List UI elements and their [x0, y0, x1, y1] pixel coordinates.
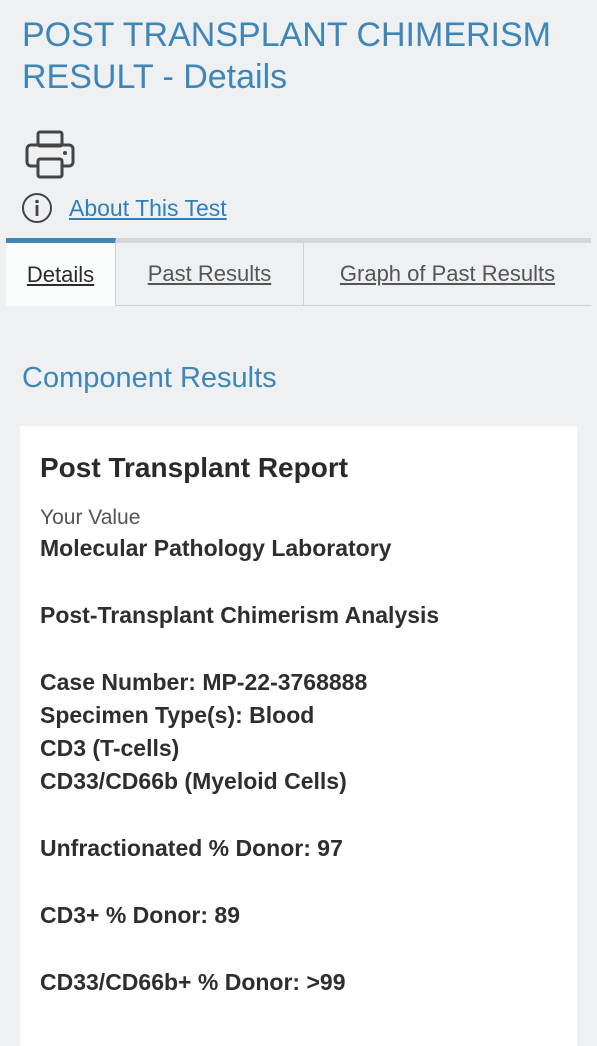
tab-details[interactable]: Details: [6, 238, 116, 306]
your-value-label: Your Value: [40, 506, 141, 529]
tab-graph-of-past-results[interactable]: Graph of Past Results: [304, 243, 591, 306]
about-this-test-link[interactable]: About This Test: [69, 195, 227, 222]
report-line: [40, 932, 560, 966]
section-heading: Component Results: [22, 362, 277, 394]
report-line: CD33/CD66b+ % Donor: >99: [40, 969, 346, 995]
report-line: CD3 (T-cells): [40, 735, 180, 761]
report-line: Post-Transplant Chimerism Analysis: [40, 602, 440, 628]
report-line: Unfractionated % Donor: 97: [40, 835, 343, 861]
print-icon[interactable]: [24, 130, 76, 180]
page-title: POST TRANSPLANT CHIMERISM RESULT - Detai…: [22, 16, 551, 96]
info-icon: [22, 193, 52, 223]
report-card: Post Transplant Report Your Value Molecu…: [20, 426, 577, 1046]
report-title: Post Transplant Report: [40, 452, 349, 483]
report-line: Molecular Pathology Laboratory: [40, 535, 392, 561]
report-line: CD3+ % Donor: 89: [40, 902, 241, 928]
result-lines: Molecular Pathology Laboratory Post-Tran…: [40, 532, 560, 999]
tab-bar: Details Past Results Graph of Past Resul…: [6, 238, 591, 306]
report-line: CD33/CD66b (Myeloid Cells): [40, 768, 347, 794]
report-line: Specimen Type(s): Blood: [40, 702, 315, 728]
report-line: Case Number: MP-22-3768888: [40, 669, 368, 695]
tab-past-results[interactable]: Past Results: [116, 243, 304, 306]
report-line: [40, 865, 560, 899]
report-line: [40, 565, 560, 599]
report-line: [40, 632, 560, 666]
report-line: [40, 798, 560, 832]
about-row: About This Test: [21, 192, 227, 224]
